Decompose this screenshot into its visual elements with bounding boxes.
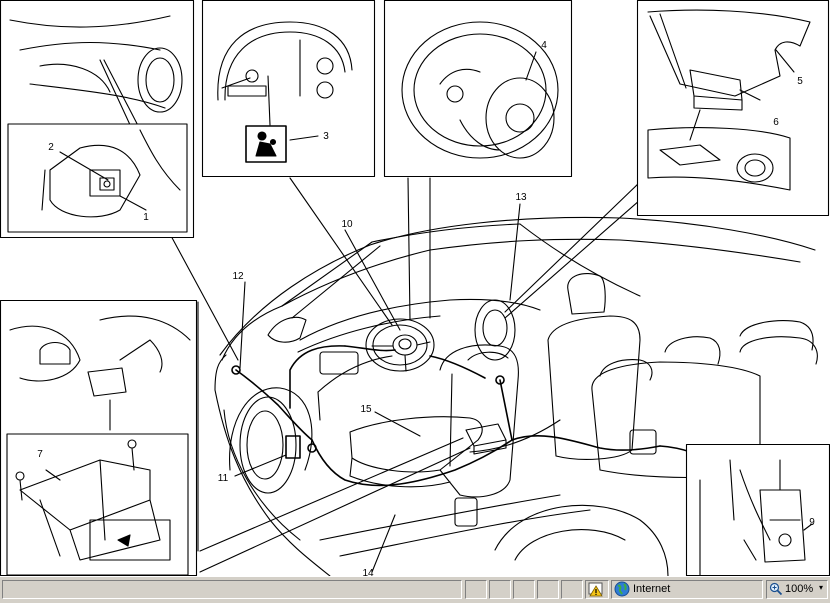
globe-icon <box>614 581 630 597</box>
lock-warning-icon[interactable] <box>588 582 606 597</box>
inset-left-bottom <box>0 299 198 576</box>
security-pane[interactable] <box>585 580 609 599</box>
callout-6: 6 <box>773 117 779 128</box>
front-passenger-seat <box>349 344 519 498</box>
callout-2: 2 <box>48 142 54 153</box>
magnifier-icon <box>769 582 783 596</box>
callout-5: 5 <box>797 76 803 87</box>
steering-wheel-main <box>365 318 435 372</box>
zoom-pane[interactable]: 100% ▾ <box>766 580 828 599</box>
zoom-level: 100% <box>785 583 814 595</box>
callout-9: 9 <box>809 517 815 528</box>
callout-4: 4 <box>541 40 547 51</box>
callout-3: 3 <box>323 131 329 142</box>
callout-10: 10 <box>341 219 353 230</box>
callout-7: 7 <box>37 449 43 460</box>
airbag-system-diagram: 1 2 3 4 5 6 7 9 10 11 12 13 14 15 <box>0 0 830 576</box>
sdm-module-floor <box>465 423 507 455</box>
inset-steering-wheel <box>383 0 573 178</box>
callout-11: 11 <box>218 473 229 484</box>
callout-13: 13 <box>515 192 527 203</box>
zone-label: Internet <box>633 583 671 595</box>
dashboard <box>267 298 541 421</box>
status-pane-4 <box>537 580 559 599</box>
callout-15: 15 <box>360 404 372 415</box>
chevron-down-icon[interactable]: ▾ <box>819 583 823 592</box>
status-pane-5 <box>561 580 583 599</box>
inset-instrument-cluster <box>201 0 376 178</box>
status-pane-2 <box>489 580 511 599</box>
status-pane-main <box>2 580 462 599</box>
status-pane-1 <box>465 580 487 599</box>
inset-passenger-airbag <box>636 0 830 217</box>
callout-12: 12 <box>232 271 244 282</box>
inset-left-top <box>0 0 195 239</box>
browser-status-bar: Internet 100% ▾ <box>0 576 830 603</box>
callout-14: 14 <box>362 568 374 576</box>
callout-1: 1 <box>143 212 149 223</box>
status-pane-3 <box>513 580 535 599</box>
inset-seatbelt-pretensioner <box>685 443 830 576</box>
zone-pane[interactable]: Internet <box>611 580 763 599</box>
